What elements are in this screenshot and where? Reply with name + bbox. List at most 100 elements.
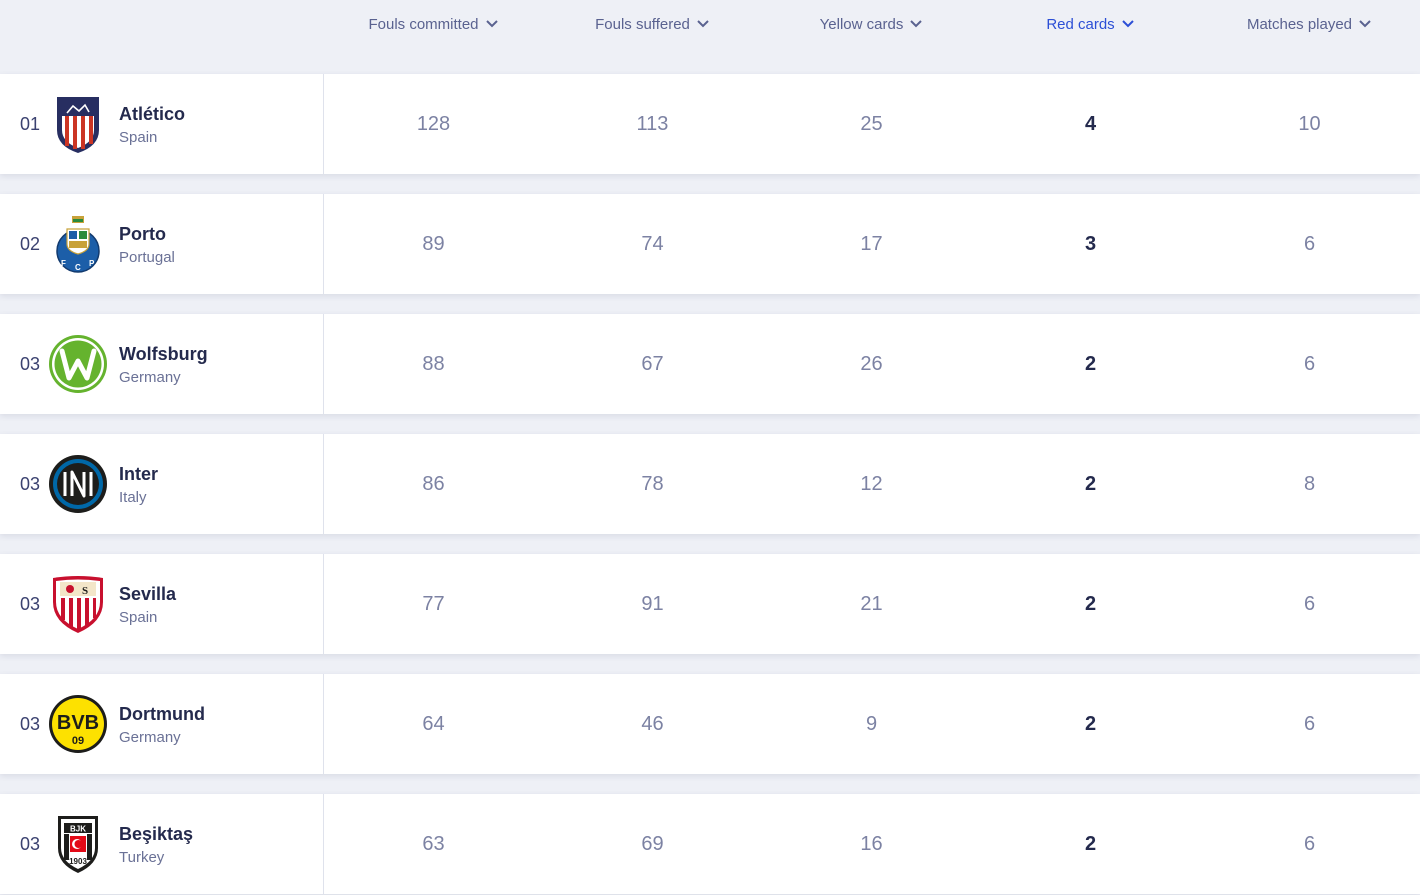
svg-text:P: P (89, 259, 95, 268)
sort-yellow-cards[interactable]: Yellow cards (762, 14, 981, 34)
yellow-cards-value: 21 (860, 592, 883, 615)
matches-played-value: 6 (1303, 592, 1316, 615)
matches-played-value: 6 (1303, 232, 1316, 255)
svg-text:F: F (61, 259, 66, 268)
yellow-cards-value: 17 (860, 232, 883, 255)
matches-played-value: 6 (1303, 712, 1316, 735)
atletico-crest-icon (57, 97, 99, 153)
team-country: Germany (119, 369, 181, 386)
fouls-suffered-value: 69 (641, 832, 664, 855)
rank: 01 (20, 114, 41, 134)
team-country: Turkey (119, 849, 165, 866)
red-cards-value: 3 (1084, 232, 1097, 255)
team-country: Spain (119, 129, 158, 146)
chevron-down-icon (485, 20, 498, 28)
chevron-down-icon (1359, 20, 1371, 28)
rank: 02 (20, 234, 41, 254)
team-cell[interactable]: 01 Atlético Spain (0, 74, 324, 174)
sort-fouls-suffered[interactable]: Fouls suffered (543, 14, 762, 34)
team-cell[interactable]: 03 S Sevilla Spain (0, 554, 324, 654)
fouls-committed-value: 77 (422, 592, 445, 615)
rank: 03 (20, 714, 41, 734)
team-name: Dortmund (119, 704, 205, 724)
fouls-suffered-value: 78 (641, 472, 664, 495)
team-cell[interactable]: 02 F C P Porto Portugal (0, 194, 324, 294)
fouls-suffered-value: 74 (641, 232, 664, 255)
table-row[interactable]: 03 BVB 09 Dortmund Germany 64 46 9 2 6 (0, 674, 1420, 774)
table-row[interactable]: 02 F C P Porto Portugal 89 74 17 3 6 (0, 194, 1420, 294)
matches-played-value: 10 (1298, 112, 1321, 135)
svg-text:BJK: BJK (70, 825, 86, 834)
fouls-committed-value: 63 (422, 832, 445, 855)
red-cards-value: 2 (1084, 472, 1097, 495)
table-header: Fouls committed Fouls suffered Yellow ca… (0, 0, 1420, 74)
column-label: Yellow cards (819, 15, 904, 33)
sort-red-cards[interactable]: Red cards (981, 14, 1200, 34)
chevron-down-icon (1121, 20, 1134, 28)
svg-text:09: 09 (72, 735, 84, 747)
fouls-suffered-value: 113 (636, 112, 669, 135)
team-name: Porto (119, 224, 166, 244)
rank: 03 (20, 474, 41, 494)
table-row[interactable]: 03 BJK 1903 Beşiktaş Turkey 63 69 16 2 6 (0, 794, 1420, 894)
fouls-committed-value: 64 (422, 712, 445, 735)
yellow-cards-value: 16 (860, 832, 883, 855)
chevron-down-icon (910, 20, 923, 28)
fouls-suffered-value: 67 (641, 352, 664, 375)
svg-text:C: C (75, 263, 81, 272)
team-cell[interactable]: 03 BJK 1903 Beşiktaş Turkey (0, 794, 324, 894)
yellow-cards-value: 9 (865, 712, 878, 735)
table-row[interactable]: 03 Inter Italy 86 78 12 2 8 (0, 434, 1420, 534)
column-label: Red cards (1046, 15, 1115, 33)
wolfsburg-crest-icon (49, 335, 107, 393)
svg-text:1903: 1903 (69, 857, 87, 866)
dortmund-crest-icon: BVB 09 (49, 695, 107, 753)
team-cell[interactable]: 03 BVB 09 Dortmund Germany (0, 674, 324, 774)
team-country: Portugal (119, 249, 175, 266)
table-row[interactable]: 03 Wolfsburg Germany 88 67 26 2 6 (0, 314, 1420, 414)
sort-fouls-committed[interactable]: Fouls committed (324, 14, 543, 34)
yellow-cards-value: 26 (860, 352, 883, 375)
team-country: Spain (119, 609, 158, 626)
inter-crest-icon (49, 455, 107, 513)
team-cell[interactable]: 03 Inter Italy (0, 434, 324, 534)
team-cell[interactable]: 03 Wolfsburg Germany (0, 314, 324, 414)
rank: 03 (20, 834, 41, 854)
column-label: Fouls suffered (595, 15, 690, 33)
svg-text:S: S (82, 585, 88, 597)
table-row[interactable]: 01 Atlético Spain 128 113 25 4 10 (0, 74, 1420, 174)
svg-text:BVB: BVB (57, 712, 99, 734)
sevilla-crest-icon: S (53, 576, 103, 633)
team-name: Wolfsburg (119, 344, 208, 364)
matches-played-value: 6 (1303, 832, 1316, 855)
table-row[interactable]: 03 S Sevilla Spain 77 91 21 2 6 (0, 554, 1420, 654)
besiktas-crest-icon: BJK 1903 (58, 816, 98, 873)
team-name: Inter (119, 464, 159, 484)
column-label: Matches played (1246, 15, 1353, 33)
team-country: Germany (119, 729, 181, 746)
red-cards-value: 4 (1084, 112, 1097, 135)
column-label: Fouls committed (368, 15, 479, 33)
fouls-committed-value: 89 (422, 232, 445, 255)
sort-matches-played[interactable]: Matches played (1200, 14, 1419, 34)
matches-played-value: 6 (1303, 352, 1316, 375)
team-country: Italy (119, 489, 147, 506)
rank: 03 (20, 354, 41, 374)
matches-played-value: 8 (1303, 472, 1316, 495)
team-name: Atlético (119, 104, 186, 124)
yellow-cards-value: 25 (860, 112, 883, 135)
rank: 03 (20, 594, 41, 614)
fouls-committed-value: 86 (422, 472, 445, 495)
team-name: Beşiktaş (119, 824, 194, 844)
team-name: Sevilla (119, 584, 177, 604)
fouls-suffered-value: 91 (641, 592, 664, 615)
chevron-down-icon (697, 20, 709, 28)
red-cards-value: 2 (1084, 352, 1097, 375)
yellow-cards-value: 12 (860, 472, 883, 495)
red-cards-value: 2 (1084, 832, 1097, 855)
fouls-suffered-value: 46 (641, 712, 664, 735)
red-cards-value: 2 (1084, 592, 1097, 615)
fouls-committed-value: 88 (422, 352, 445, 375)
porto-crest-icon: F C P (56, 216, 100, 273)
red-cards-value: 2 (1084, 712, 1097, 735)
